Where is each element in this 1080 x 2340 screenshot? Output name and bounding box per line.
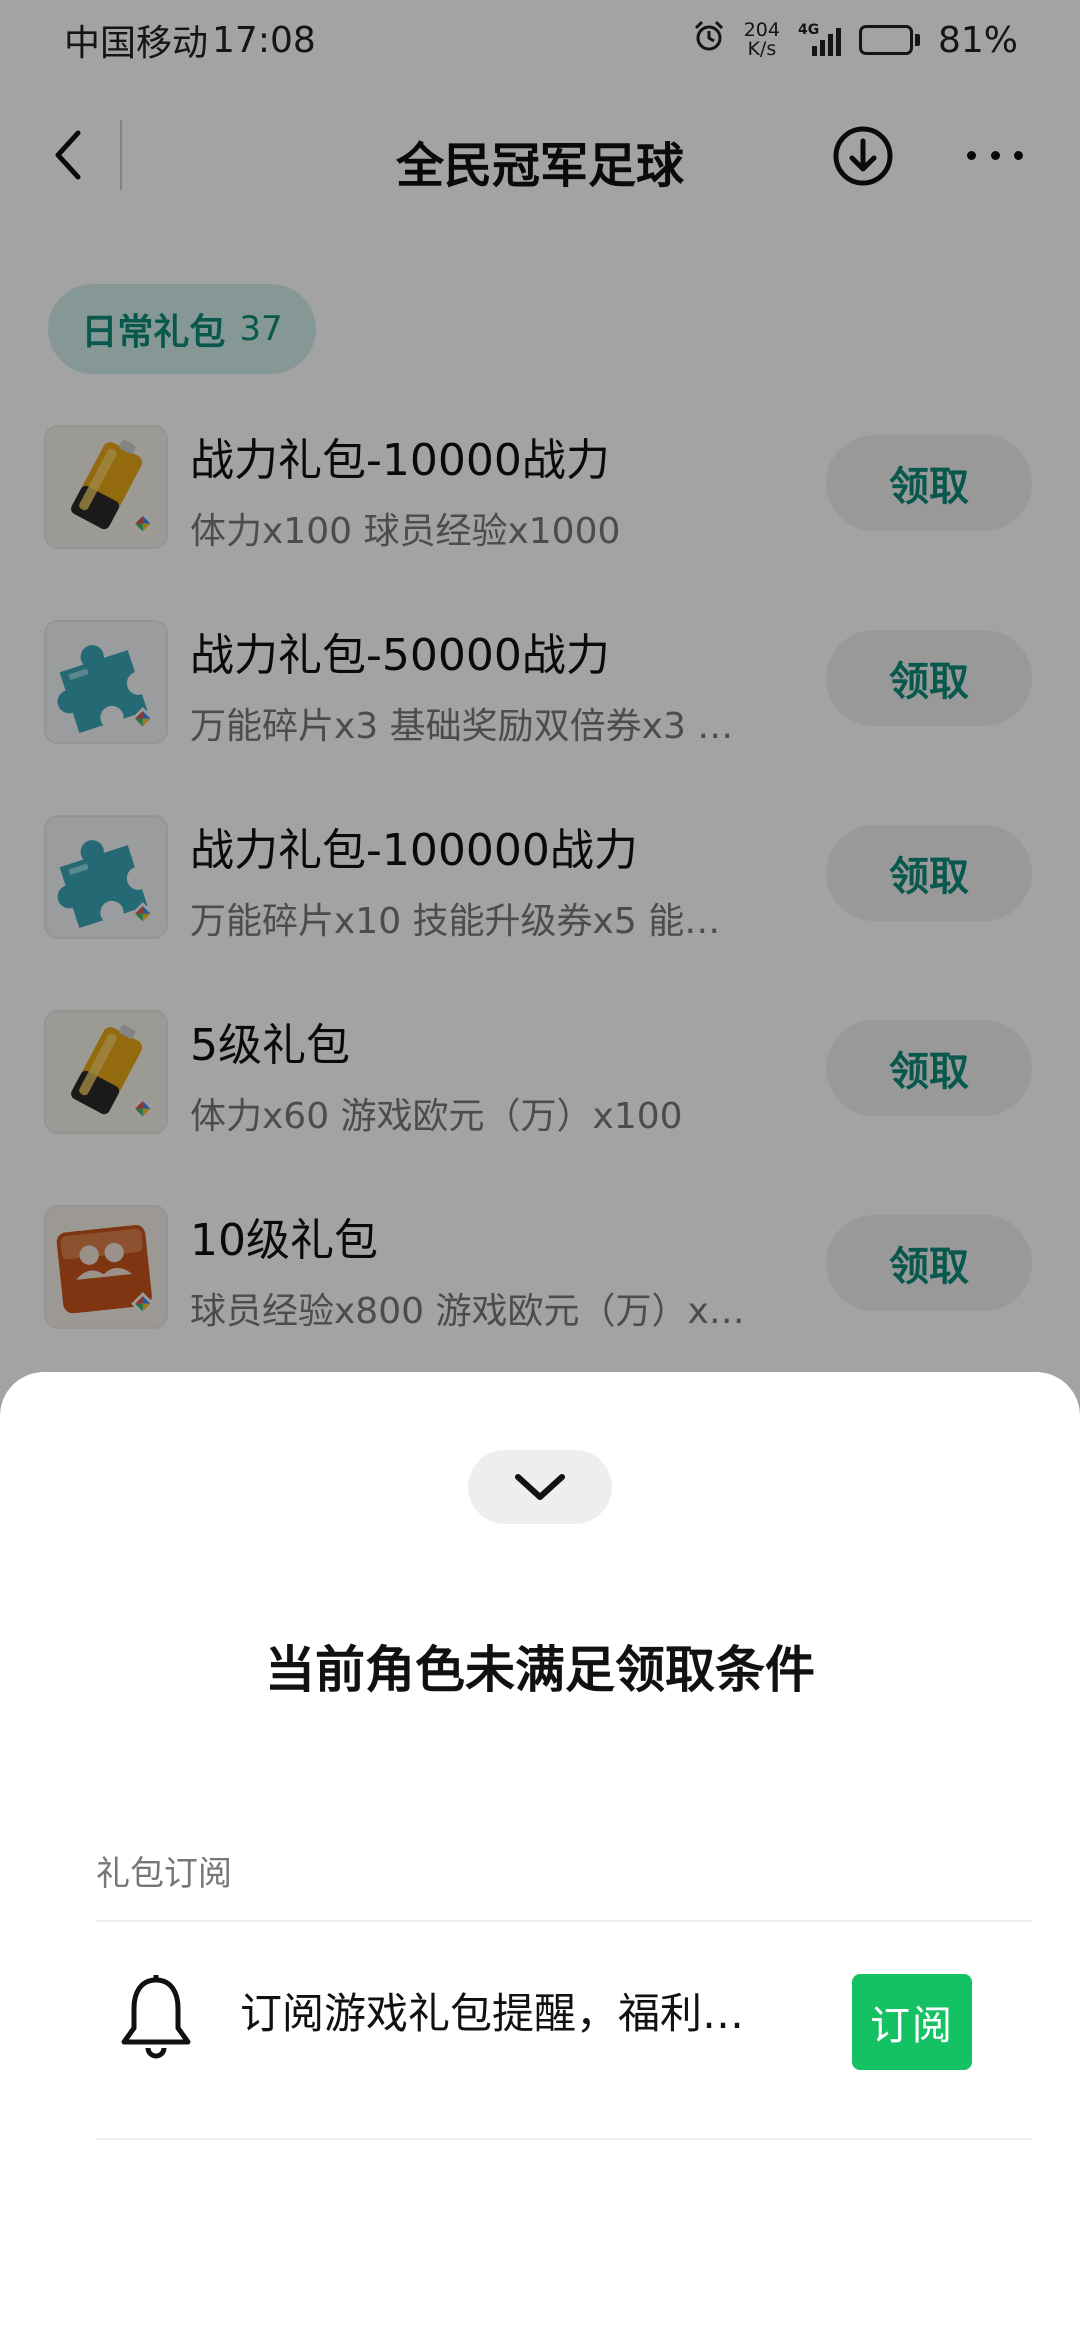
section-label: 礼包订阅 — [96, 1854, 232, 1894]
subscription-row: 订阅游戏礼包提醒，福利… 订阅 — [0, 1922, 1080, 2122]
subscription-text: 订阅游戏礼包提醒，福利… — [240, 1989, 745, 2038]
chevron-down-icon — [515, 1474, 565, 1500]
sheet-title: 当前角色未满足领取条件 — [265, 1641, 815, 1699]
collapse-sheet-button[interactable] — [468, 1450, 612, 1524]
divider — [96, 2138, 1032, 2140]
game-gift-page: 中国移动 17:08 204 K/s 4G 81% 全民冠军足球 日常礼包 37… — [0, 0, 1080, 2340]
subscribe-button[interactable]: 订阅 — [852, 1974, 972, 2070]
bell-icon — [118, 1974, 194, 2060]
bottom-sheet: 当前角色未满足领取条件 礼包订阅 订阅游戏礼包提醒，福利… 订阅 — [0, 1372, 1080, 2340]
